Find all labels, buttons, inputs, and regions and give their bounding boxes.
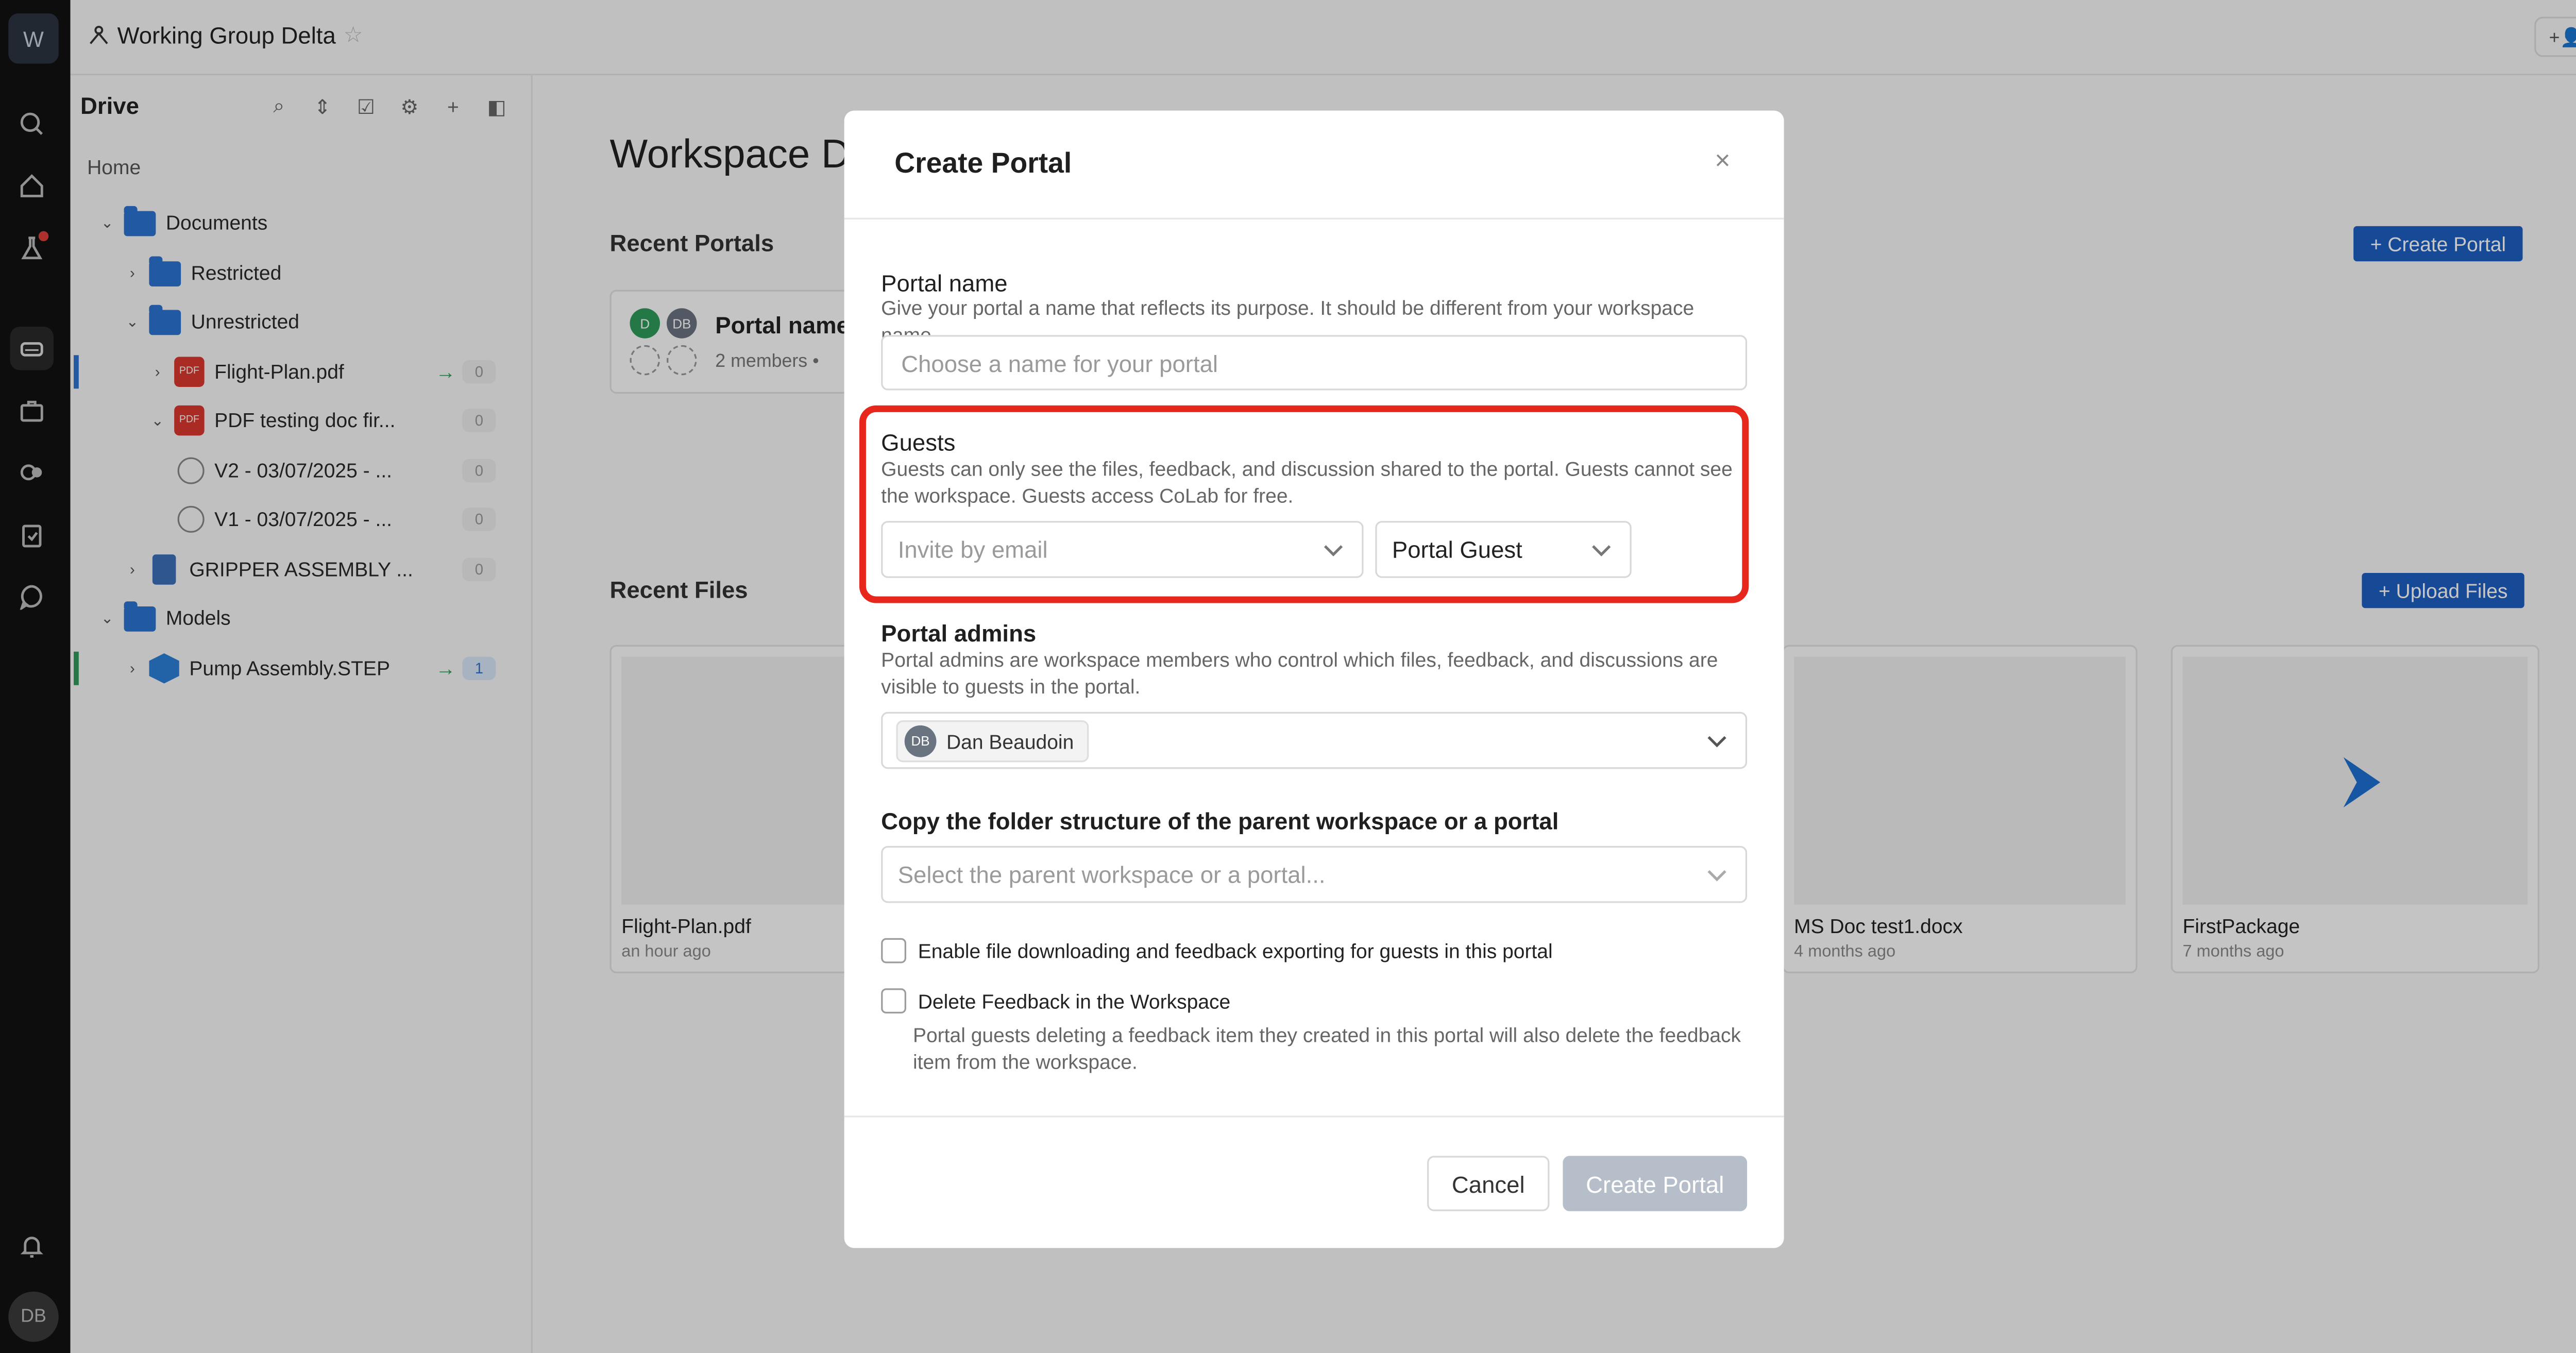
create-portal-submit-button[interactable]: Create Portal xyxy=(1563,1156,1748,1211)
delete-feedback-hint: Portal guests deleting a feedback item t… xyxy=(912,1023,1741,1074)
create-portal-dialog: Create Portal × Portal name Give your po… xyxy=(844,110,1784,1248)
divider xyxy=(844,217,1784,219)
portal-admins-label: Portal admins xyxy=(881,619,1037,647)
close-icon[interactable]: × xyxy=(1715,147,1730,178)
copy-structure-select[interactable]: Select the parent workspace or a portal.… xyxy=(881,845,1748,903)
divider xyxy=(844,1115,1784,1118)
portal-admins-select[interactable]: DB Dan Beaudoin xyxy=(881,712,1748,769)
copy-structure-label: Copy the folder structure of the parent … xyxy=(881,807,1559,835)
guests-highlight-box xyxy=(859,405,1749,603)
delete-feedback-label[interactable]: Delete Feedback in the Workspace xyxy=(918,990,1231,1014)
portal-name-label: Portal name xyxy=(881,269,1008,297)
chevron-down-icon xyxy=(1707,736,1726,748)
admin-chip[interactable]: DB Dan Beaudoin xyxy=(896,720,1089,763)
copy-structure-placeholder: Select the parent workspace or a portal.… xyxy=(897,861,1326,888)
portal-name-input[interactable]: Choose a name for your portal xyxy=(881,335,1748,391)
enable-download-checkbox[interactable] xyxy=(881,938,906,963)
admin-name: Dan Beaudoin xyxy=(946,729,1074,753)
portal-admins-hint: Portal admins are workspace members who … xyxy=(881,648,1718,699)
delete-feedback-checkbox[interactable] xyxy=(881,988,906,1014)
dialog-title: Create Portal xyxy=(894,147,1072,179)
chevron-down-icon xyxy=(1707,870,1726,882)
cancel-button[interactable]: Cancel xyxy=(1427,1156,1550,1211)
enable-download-label[interactable]: Enable file downloading and feedback exp… xyxy=(918,940,1553,963)
avatar: DB xyxy=(904,725,937,757)
